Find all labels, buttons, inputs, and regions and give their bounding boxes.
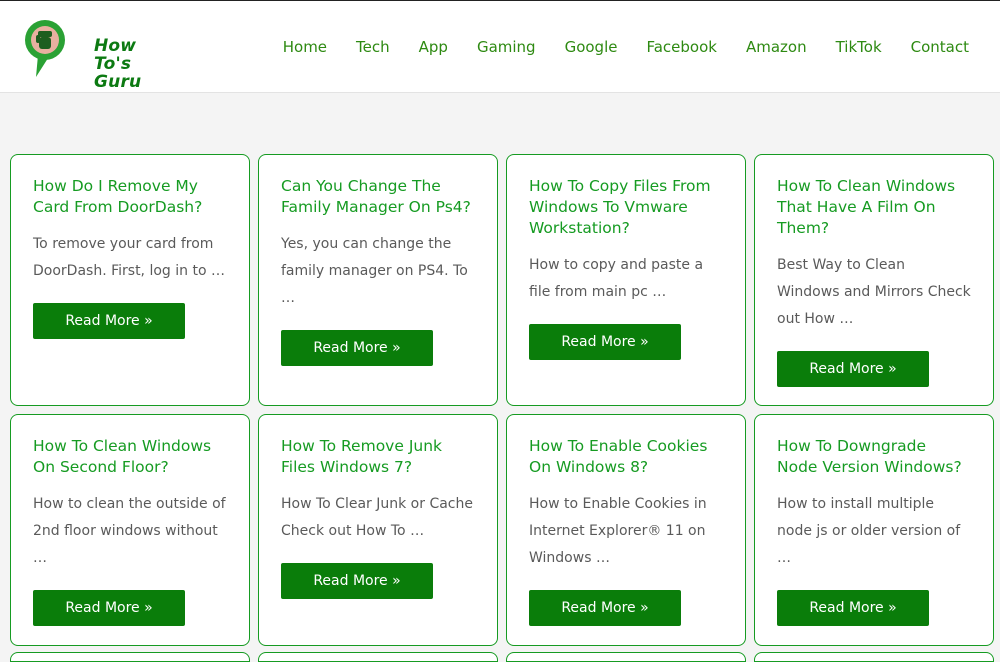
logo-line-1: How To's: [94, 36, 137, 74]
post-title[interactable]: How To Downgrade Node Version Windows?: [777, 436, 971, 478]
post-excerpt: How to copy and paste a file from main p…: [529, 257, 704, 300]
read-more-button[interactable]: Read More »: [777, 351, 929, 387]
post-title[interactable]: How To Enable Cookies On Windows 8?: [529, 436, 723, 478]
nav-google[interactable]: Google: [565, 37, 618, 57]
post-excerpt: How to install multiple node js or older…: [777, 496, 961, 566]
post-card-partial: [10, 652, 250, 662]
logo-text: How To's Guru: [94, 37, 164, 91]
read-more-button[interactable]: Read More »: [33, 303, 185, 339]
post-title[interactable]: How To Clean Windows On Second Floor?: [33, 436, 227, 478]
post-card: How To Copy Files From Windows To Vmware…: [506, 154, 746, 406]
nav-contact[interactable]: Contact: [911, 37, 969, 57]
post-excerpt: How to Enable Cookies in Internet Explor…: [529, 496, 707, 566]
post-card: How To Clean Windows That Have A Film On…: [754, 154, 994, 406]
read-more-button[interactable]: Read More »: [281, 563, 433, 599]
logo-line-2: Guru: [94, 72, 142, 92]
post-title[interactable]: How To Remove Junk Files Windows 7?: [281, 436, 475, 478]
nav-gaming[interactable]: Gaming: [477, 37, 536, 57]
nav-app[interactable]: App: [419, 37, 448, 57]
site-header: How To's Guru Home Tech App Gaming Googl…: [0, 1, 1000, 93]
fist-logo-icon: [25, 20, 65, 77]
post-excerpt: How to clean the outside of 2nd floor wi…: [33, 496, 226, 566]
read-more-button[interactable]: Read More »: [777, 590, 929, 626]
post-card: How To Clean Windows On Second Floor? Ho…: [10, 414, 250, 646]
post-card: How To Enable Cookies On Windows 8? How …: [506, 414, 746, 646]
post-excerpt: How To Clear Junk or Cache Check out How…: [281, 496, 473, 539]
post-card: How To Downgrade Node Version Windows? H…: [754, 414, 994, 646]
post-title[interactable]: How To Clean Windows That Have A Film On…: [777, 176, 971, 239]
post-card-partial: [754, 652, 994, 662]
site-logo[interactable]: How To's Guru: [24, 17, 164, 91]
post-card: Can You Change The Family Manager On Ps4…: [258, 154, 498, 406]
post-title[interactable]: How To Copy Files From Windows To Vmware…: [529, 176, 723, 239]
nav-home[interactable]: Home: [283, 37, 327, 57]
post-excerpt: To remove your card from DoorDash. First…: [33, 236, 225, 279]
nav-amazon[interactable]: Amazon: [746, 37, 807, 57]
post-excerpt: Yes, you can change the family manager o…: [281, 236, 468, 306]
main-nav: Home Tech App Gaming Google Facebook Ama…: [254, 37, 969, 57]
nav-tiktok[interactable]: TikTok: [836, 37, 882, 57]
read-more-button[interactable]: Read More »: [281, 330, 433, 366]
nav-facebook[interactable]: Facebook: [646, 37, 716, 57]
nav-tech[interactable]: Tech: [356, 37, 390, 57]
post-card-partial: [506, 652, 746, 662]
post-card: How Do I Remove My Card From DoorDash? T…: [10, 154, 250, 406]
post-card: How To Remove Junk Files Windows 7? How …: [258, 414, 498, 646]
read-more-button[interactable]: Read More »: [529, 590, 681, 626]
post-card-partial: [258, 652, 498, 662]
post-grid: How Do I Remove My Card From DoorDash? T…: [10, 154, 994, 646]
post-title[interactable]: How Do I Remove My Card From DoorDash?: [33, 176, 227, 218]
read-more-button[interactable]: Read More »: [529, 324, 681, 360]
post-title[interactable]: Can You Change The Family Manager On Ps4…: [281, 176, 475, 218]
post-excerpt: Best Way to Clean Windows and Mirrors Ch…: [777, 257, 971, 327]
read-more-button[interactable]: Read More »: [33, 590, 185, 626]
